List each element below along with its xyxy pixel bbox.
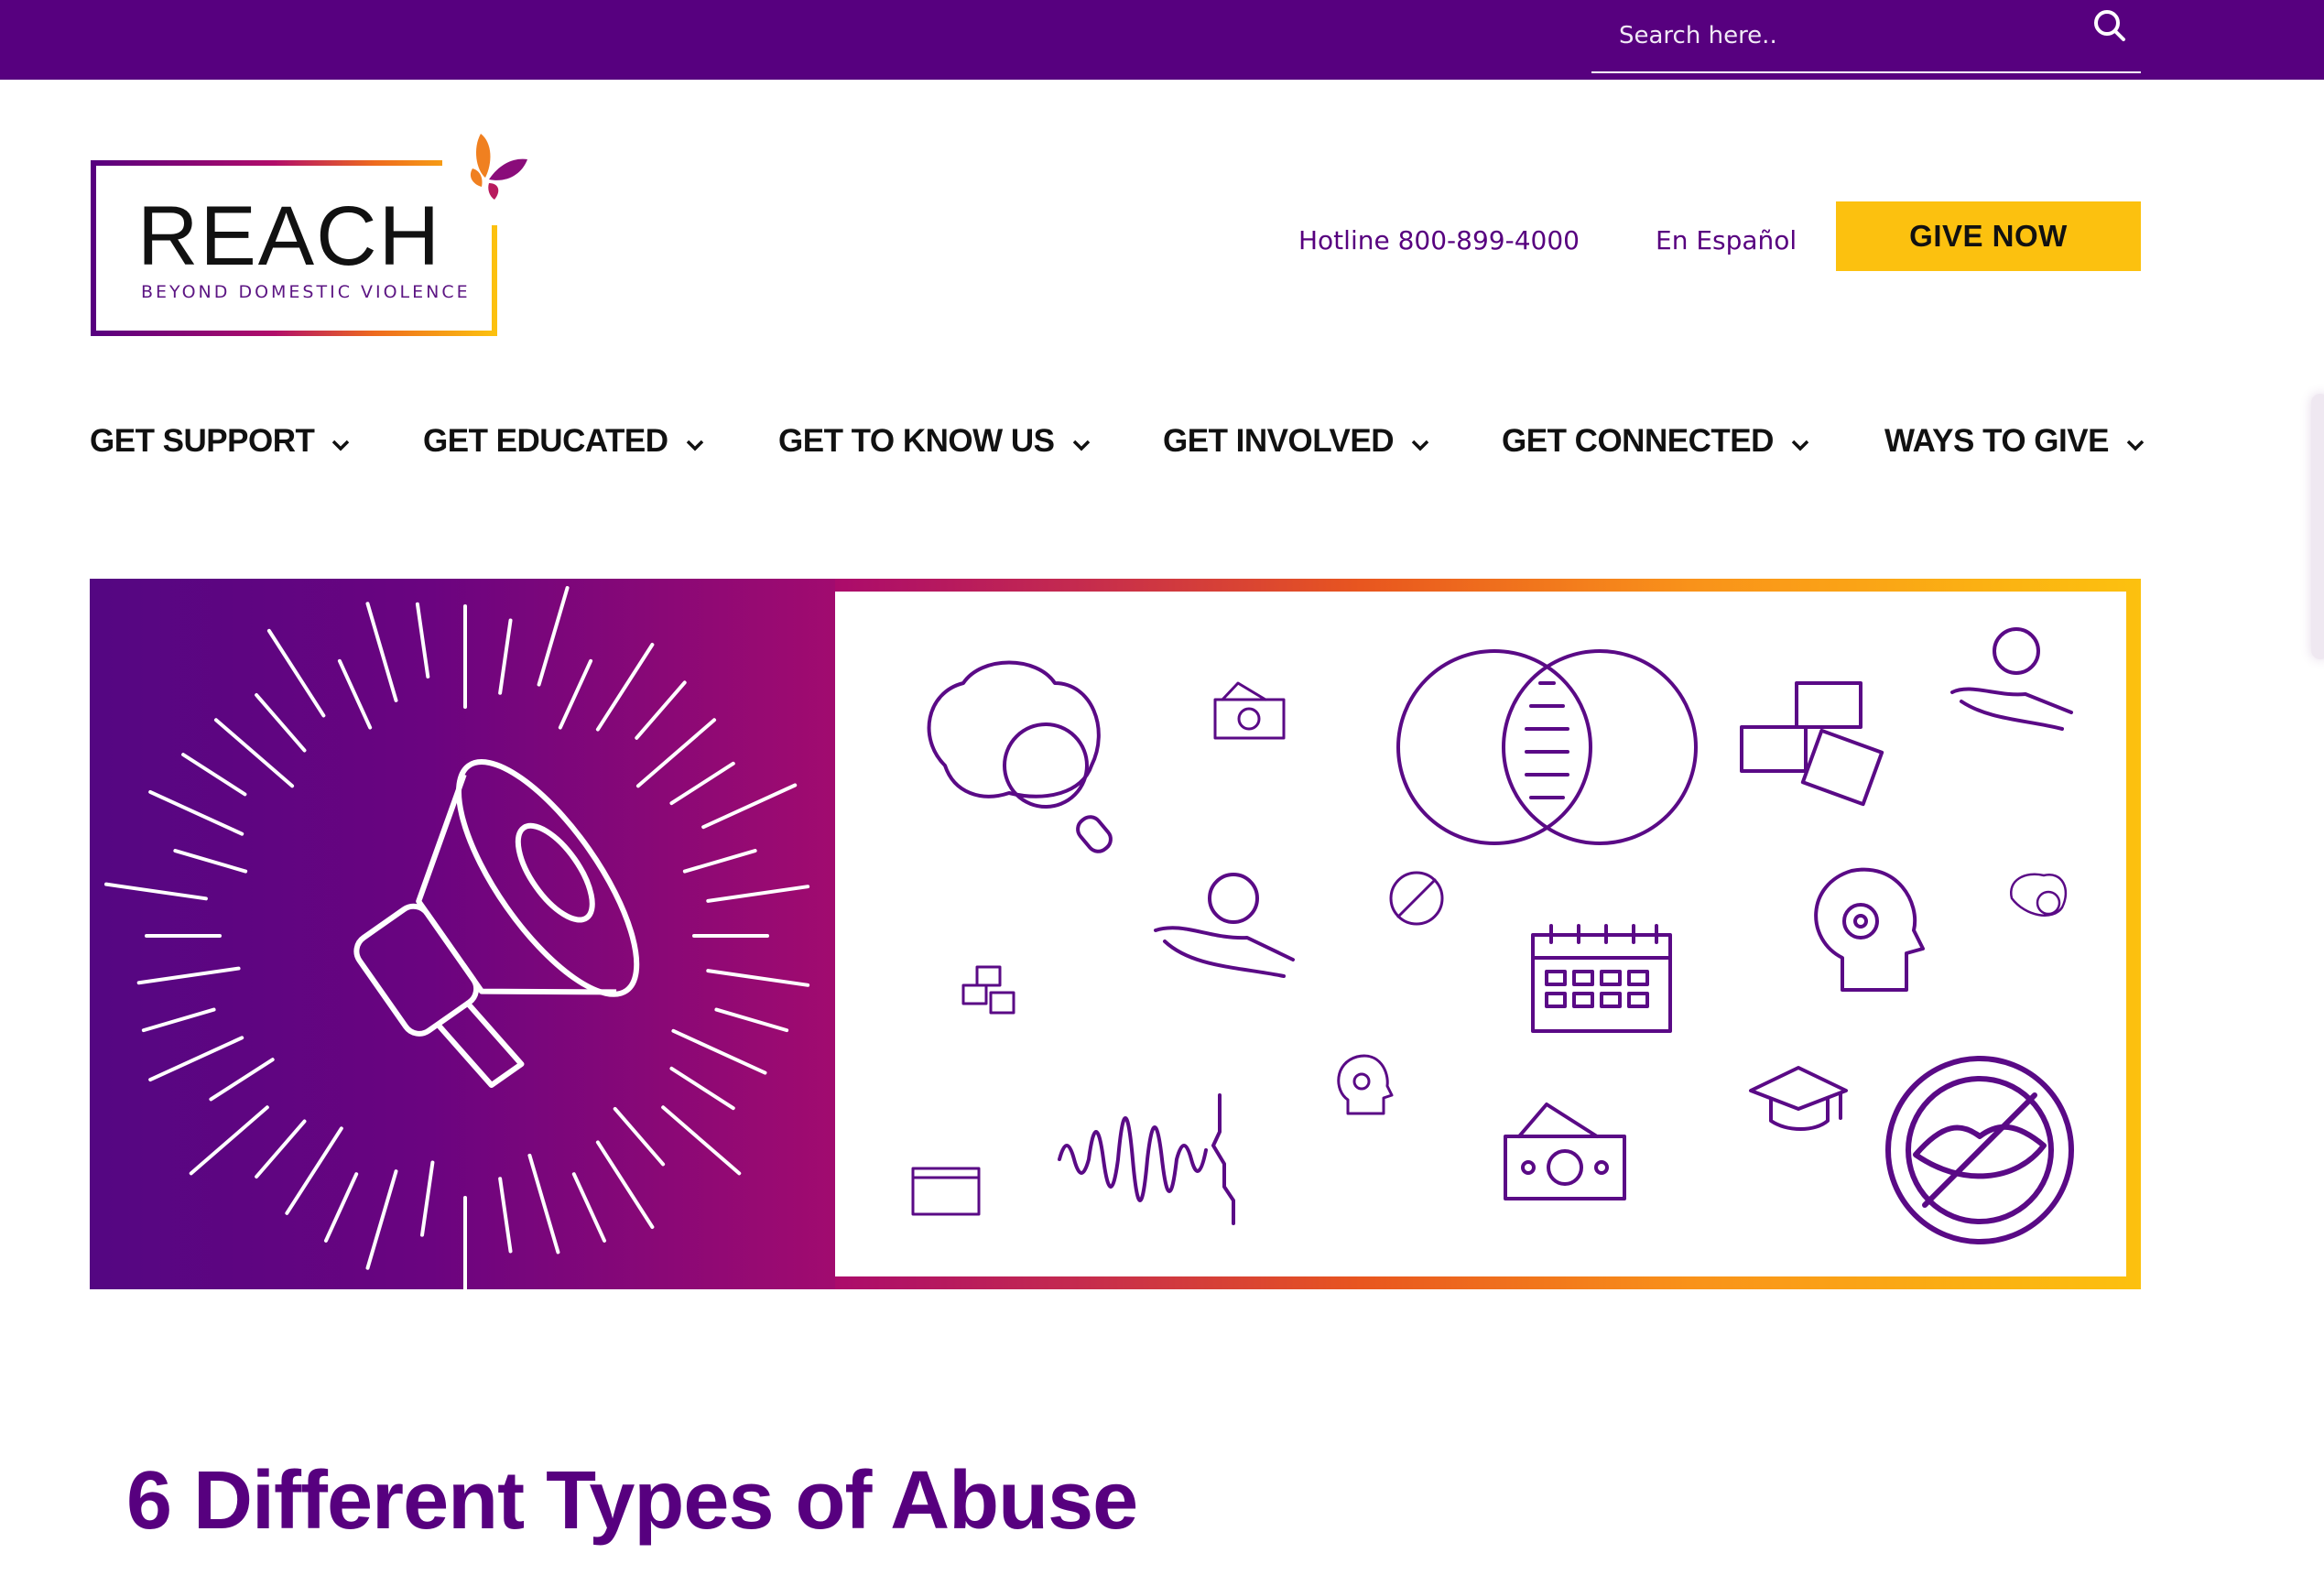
- chevron-down-icon: [332, 440, 350, 451]
- ray-line: [181, 753, 247, 797]
- logo-wordmark: REACH: [137, 190, 442, 283]
- money-icon: [1504, 1102, 1626, 1200]
- ray-line: [595, 1140, 655, 1229]
- page-title: 6 Different Types of Abuse: [126, 1455, 1138, 1547]
- hero-banner: [90, 579, 2141, 1289]
- chevron-down-icon: [1791, 440, 1809, 451]
- sound-wave-face-icon: [1058, 1093, 1235, 1225]
- nav-item-get-educated[interactable]: GET EDUCATED: [423, 423, 705, 460]
- ray-line: [148, 789, 244, 836]
- nav-item-get-to-know-us[interactable]: GET TO KNOW US: [778, 423, 1091, 460]
- chevron-down-icon: [1072, 440, 1090, 451]
- ray-line: [714, 1007, 789, 1033]
- banner-megaphone-panel: [90, 579, 835, 1289]
- abuse-icons-panel: [835, 592, 2126, 1276]
- ray-line: [537, 586, 570, 687]
- ray-line: [635, 718, 717, 788]
- ray-line: [706, 885, 810, 903]
- side-tab-handle[interactable]: [2311, 394, 2324, 659]
- ray-line: [365, 1169, 398, 1270]
- ray-line: [527, 1153, 560, 1255]
- graduation-cap-icon: [1749, 1066, 1848, 1131]
- ray-line: [323, 1172, 359, 1243]
- brain-magnifier-icon: [2010, 873, 2068, 917]
- ray-line: [104, 882, 208, 901]
- nav-label: GET INVOLVED: [1163, 423, 1395, 459]
- nav-item-get-support[interactable]: GET SUPPORT: [90, 423, 351, 460]
- nav-item-get-connected[interactable]: GET CONNECTED: [1502, 423, 1810, 460]
- ray-line: [706, 969, 810, 987]
- ray-line: [498, 618, 513, 695]
- ray-line: [285, 1126, 343, 1215]
- ray-line: [669, 761, 735, 806]
- ray-line: [255, 692, 307, 753]
- hand-coin-icon: [1950, 627, 2073, 731]
- ray-line: [613, 1106, 666, 1167]
- ray-line: [337, 658, 373, 730]
- ray-line: [266, 628, 326, 718]
- brain-magnifier-icon: [927, 660, 1113, 853]
- ray-line: [141, 1007, 216, 1033]
- chevron-down-icon: [686, 440, 703, 451]
- nav-label: GET TO KNOW US: [778, 423, 1055, 459]
- nav-item-get-involved[interactable]: GET INVOLVED: [1163, 423, 1430, 460]
- no-kissing-icon: [1389, 871, 1444, 926]
- give-now-button[interactable]: GIVE NOW: [1836, 201, 2141, 271]
- ray-line: [661, 1105, 742, 1176]
- calendar-icon: [1531, 924, 1672, 1033]
- ray-line: [173, 849, 248, 874]
- ray-line: [255, 1119, 307, 1179]
- search-input[interactable]: [1617, 16, 2060, 55]
- ray-line: [365, 602, 398, 702]
- ray-line: [213, 718, 295, 788]
- ray-line: [189, 1105, 269, 1176]
- ray-line: [148, 1036, 244, 1082]
- nav-label: GET SUPPORT: [90, 423, 315, 459]
- ray-line: [558, 658, 593, 730]
- hotline-link[interactable]: Hotline 800-899-4000: [1298, 225, 1580, 255]
- spiral-head-icon: [1337, 1054, 1394, 1115]
- nav-label: GET CONNECTED: [1502, 423, 1774, 459]
- chevron-down-icon: [1411, 440, 1429, 451]
- search-bar: [1591, 0, 2141, 73]
- nav-label: WAYS TO GIVE: [1884, 423, 2109, 459]
- butterfly-icon: [470, 134, 527, 200]
- ray-line: [136, 966, 241, 985]
- ray-line: [701, 783, 798, 830]
- puzzle-icon: [1740, 681, 1884, 807]
- nav-label: GET EDUCATED: [423, 423, 668, 459]
- puzzle-icon: [961, 965, 1015, 1015]
- ray-line: [498, 1177, 513, 1254]
- megaphone-icon: [104, 586, 810, 1289]
- spiral-head-icon: [1814, 867, 1925, 992]
- hand-coin-icon: [1154, 873, 1295, 978]
- reach-logo[interactable]: REACH BEYOND DOMESTIC VIOLENCE: [90, 130, 529, 341]
- ray-line: [209, 1058, 275, 1102]
- ray-line: [571, 1172, 607, 1243]
- nav-item-ways-to-give[interactable]: WAYS TO GIVE: [1884, 423, 2145, 460]
- calendar-icon: [911, 1167, 981, 1216]
- logo-tagline: BEYOND DOMESTIC VIOLENCE: [141, 282, 471, 302]
- ray-line: [595, 643, 655, 732]
- ray-line: [669, 1066, 735, 1111]
- ray-line: [420, 1160, 435, 1237]
- no-kissing-icon: [1885, 1056, 2074, 1244]
- search-icon: [2094, 10, 2125, 41]
- chevron-down-icon: [2126, 440, 2145, 451]
- ray-line: [682, 849, 757, 874]
- search-button[interactable]: [2091, 7, 2128, 44]
- ray-line: [415, 602, 430, 679]
- ray-line: [635, 680, 687, 740]
- spanish-link[interactable]: En Español: [1656, 225, 1797, 255]
- venn-diagram-icon: [1396, 649, 1698, 845]
- top-bar: [0, 0, 2324, 80]
- ray-line: [671, 1028, 767, 1075]
- money-icon: [1213, 681, 1286, 740]
